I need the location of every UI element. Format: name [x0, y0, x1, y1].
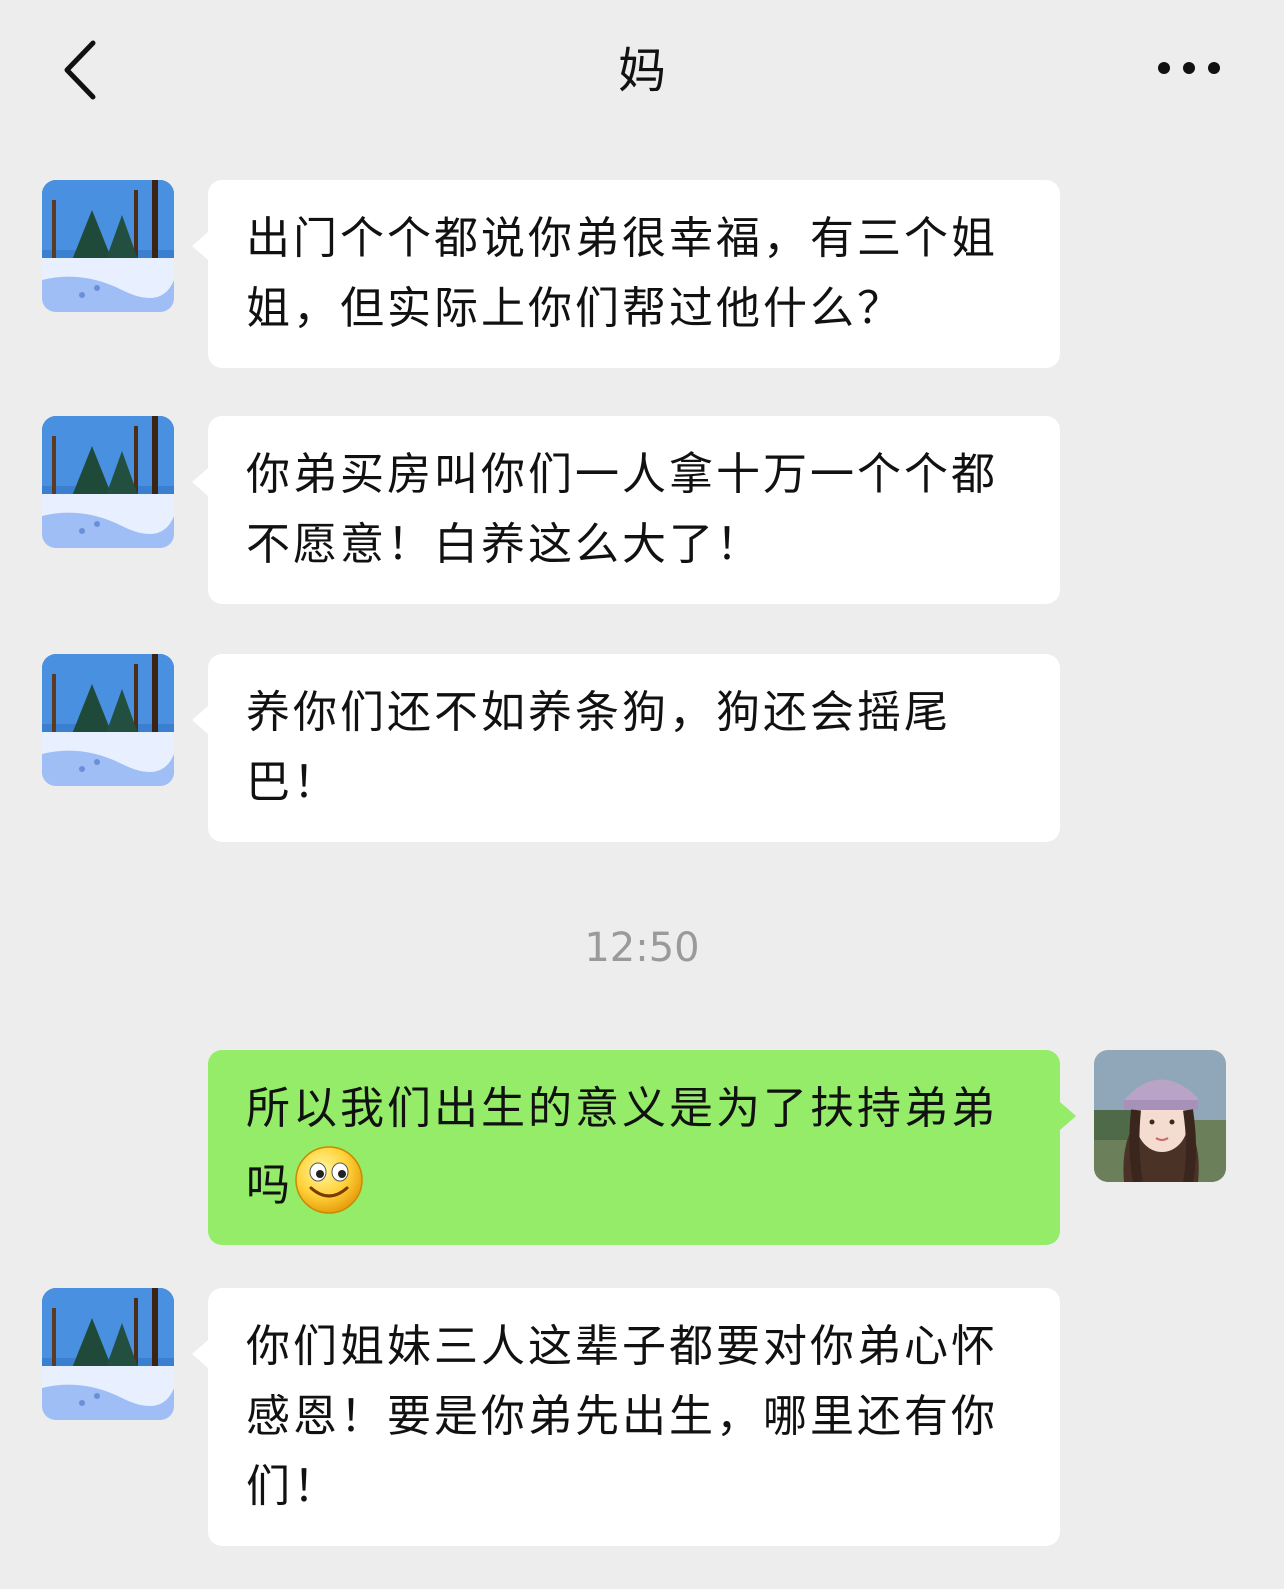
bubble-tail [192, 706, 208, 734]
message-text: 你们姐妹三人这辈子都要对你弟心怀感恩！要是你弟先出生，哪里还有你们！ [246, 1321, 998, 1512]
contact-avatar[interactable] [42, 416, 174, 548]
more-button[interactable] [1154, 48, 1224, 88]
chat-title: 妈 [617, 43, 666, 99]
message-bubble[interactable]: 你们姐妹三人这辈子都要对你弟心怀感恩！要是你弟先出生，哪里还有你们！ [208, 1288, 1060, 1546]
message-bubble[interactable]: 出门个个都说你弟很幸福，有三个姐姐，但实际上你们帮过他什么？ [208, 180, 1060, 368]
message-timestamp: 12:50 [584, 925, 700, 971]
more-dots-icon [1158, 62, 1220, 74]
message-text: 你弟买房叫你们一人拿十万一个个都不愿意！白养这么大了！ [246, 449, 998, 570]
message-bubble[interactable]: 你弟买房叫你们一人拿十万一个个都不愿意！白养这么大了！ [208, 416, 1060, 604]
contact-avatar[interactable] [42, 1288, 174, 1420]
message-text: 出门个个都说你弟很幸福，有三个姐姐，但实际上你们帮过他什么？ [246, 213, 998, 334]
bubble-tail [192, 232, 208, 260]
message-text: 养你们还不如养条狗，狗还会摇尾巴！ [246, 687, 951, 808]
message-bubble[interactable]: 所以我们出生的意义是为了扶持弟弟吗 [208, 1050, 1060, 1245]
my-avatar[interactable] [1094, 1050, 1226, 1182]
chat-header: 妈 [0, 0, 1284, 140]
bubble-tail [192, 1340, 208, 1368]
contact-avatar[interactable] [42, 654, 174, 786]
bubble-tail [192, 468, 208, 496]
message-bubble[interactable]: 养你们还不如养条狗，狗还会摇尾巴！ [208, 654, 1060, 842]
bubble-tail [1060, 1102, 1076, 1130]
smile-emoji [295, 1146, 363, 1214]
contact-avatar[interactable] [42, 180, 174, 312]
